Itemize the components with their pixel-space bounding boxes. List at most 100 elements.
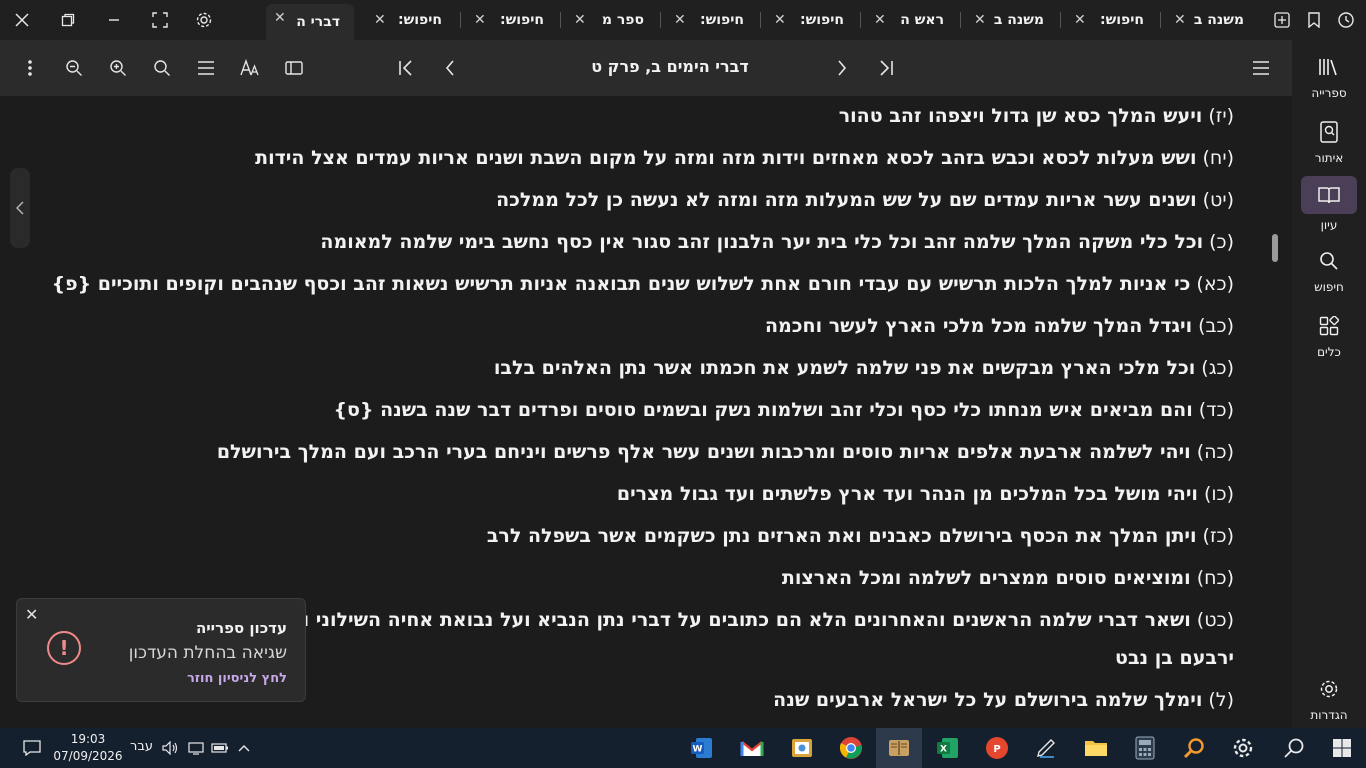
nav-reading[interactable]: עיון — [1300, 174, 1358, 234]
verse-number: (יז) — [1208, 105, 1234, 127]
next-chapter-button[interactable] — [826, 52, 858, 84]
taskbar-app-search-tool[interactable] — [1176, 732, 1212, 764]
close-icon[interactable]: ✕ — [774, 12, 786, 28]
tab-item[interactable]: חיפוש: ✕ — [666, 6, 758, 34]
close-icon[interactable]: ✕ — [274, 10, 286, 26]
font-button[interactable] — [234, 52, 266, 84]
restore-icon — [61, 13, 75, 27]
verse-line: (יח)ושש מעלות לכסא וכבש בזהב לכסא מאחזים… — [255, 147, 1234, 169]
verse-text: ויעש המלך כסא שן גדול ויצפהו זהב טהור — [838, 105, 1203, 127]
tab-separator — [460, 12, 461, 28]
fullscreen-icon — [152, 12, 168, 28]
close-icon[interactable]: ✕ — [374, 12, 386, 28]
chevron-left-icon — [16, 201, 24, 215]
nav-locate[interactable]: איתור — [1300, 111, 1358, 171]
close-icon[interactable]: ✕ — [1074, 12, 1086, 28]
close-icon[interactable]: ✕ — [1174, 12, 1186, 28]
close-icon[interactable]: ✕ — [25, 605, 38, 624]
svg-text:X: X — [940, 745, 947, 755]
nav-search[interactable]: חיפוש — [1300, 240, 1358, 300]
taskbar-search-button[interactable] — [1276, 732, 1312, 764]
tab-separator — [960, 12, 961, 28]
search-in-text-button[interactable] — [146, 52, 178, 84]
close-icon[interactable]: ✕ — [974, 12, 986, 28]
zoom-out-button[interactable] — [58, 52, 90, 84]
gear-icon — [1301, 674, 1357, 704]
magnifier-app-icon — [1183, 738, 1204, 759]
close-icon[interactable]: ✕ — [674, 12, 686, 28]
taskbar-settings[interactable] — [1225, 732, 1261, 764]
taskbar-app-chrome[interactable] — [833, 732, 869, 764]
scrollbar-thumb[interactable] — [1272, 234, 1278, 262]
minimize-window-button[interactable] — [92, 0, 136, 40]
network-icon — [188, 742, 204, 755]
verse-text: ושש מעלות לכסא וכבש בזהב לכסא מאחזים ויד… — [255, 147, 1197, 169]
system-clock[interactable]: 19:03 07/09/2026 — [52, 731, 124, 765]
nav-tools[interactable]: כלים — [1300, 305, 1358, 365]
taskbar-app-photos[interactable] — [784, 732, 820, 764]
taskbar-app-calculator[interactable] — [1127, 732, 1163, 764]
tab-item[interactable]: משנה ב ✕ — [966, 6, 1058, 34]
excel-icon: X — [937, 738, 958, 758]
search-icon — [154, 60, 170, 76]
tab-item[interactable]: חיפוש: ✕ — [1066, 6, 1158, 34]
volume-button[interactable] — [156, 732, 184, 764]
search-icon — [1284, 738, 1304, 758]
retry-link[interactable]: לחץ לניסיון חוזר — [187, 671, 287, 686]
windows-taskbar: 19:03 07/09/2026 עבר W X P — [0, 728, 1366, 768]
tab-separator — [560, 12, 561, 28]
close-icon[interactable]: ✕ — [874, 12, 886, 28]
taskbar-app-pdf[interactable]: P — [979, 732, 1015, 764]
more-options-button[interactable] — [14, 52, 46, 84]
tab-item[interactable]: ספר מ ✕ — [566, 6, 658, 34]
fullscreen-button[interactable] — [138, 0, 182, 40]
tab-item[interactable]: דברי ה ✕ — [266, 4, 354, 40]
close-window-button[interactable] — [0, 0, 44, 40]
clock-time: 19:03 — [70, 732, 106, 746]
close-icon[interactable]: ✕ — [474, 12, 486, 28]
verse-number: (כז) — [1202, 525, 1234, 547]
tab-item[interactable]: חיפוש: ✕ — [466, 6, 558, 34]
verse-number: (כד) — [1198, 399, 1234, 421]
tools-icon — [1301, 311, 1357, 341]
nav-settings[interactable]: הגדרות — [1300, 668, 1358, 728]
notifications-button[interactable] — [14, 732, 50, 764]
tab-item[interactable]: ראש ה ✕ — [866, 6, 958, 34]
taskbar-app-pen[interactable] — [1028, 732, 1064, 764]
reader-toolbar: דברי הימים ב, פרק ט — [0, 40, 1292, 96]
tab-item[interactable]: משנה ב ✕ — [1166, 6, 1258, 34]
taskbar-app-explorer[interactable] — [1078, 732, 1114, 764]
restore-window-button[interactable] — [46, 0, 90, 40]
chevron-right-icon — [838, 60, 847, 76]
battery-icon — [211, 743, 228, 753]
toc-button[interactable] — [190, 52, 222, 84]
zoom-in-button[interactable] — [102, 52, 134, 84]
tab-separator — [660, 12, 661, 28]
tab-label: ספר מ — [601, 12, 644, 28]
menu-button[interactable] — [1245, 52, 1277, 84]
nav-label: איתור — [1314, 151, 1344, 165]
previous-chapter-button[interactable] — [434, 52, 466, 84]
nav-library[interactable]: ספרייה — [1300, 46, 1358, 106]
taskbar-app-library[interactable] — [876, 728, 922, 768]
skip-left-icon — [399, 60, 412, 76]
first-chapter-button[interactable] — [870, 52, 902, 84]
expand-panel-button[interactable] — [10, 168, 30, 248]
tab-item[interactable]: חיפוש: ✕ — [766, 6, 858, 34]
taskbar-app-excel[interactable]: X — [930, 732, 966, 764]
side-navigation: ספרייה איתור עיון חיפוש כלים הגדרות — [1292, 40, 1366, 728]
tab-item[interactable]: חיפוש: ✕ — [366, 6, 456, 34]
close-icon[interactable]: ✕ — [574, 12, 586, 28]
taskbar-app-gmail[interactable] — [734, 732, 770, 764]
sidebar-toggle-button[interactable] — [278, 52, 310, 84]
last-chapter-button[interactable] — [390, 52, 422, 84]
settings-button[interactable] — [182, 0, 226, 40]
language-indicator[interactable]: עבר — [130, 739, 153, 754]
start-button[interactable] — [1324, 732, 1360, 764]
taskbar-app-word[interactable]: W — [684, 732, 720, 764]
tray-overflow-button[interactable] — [230, 732, 258, 764]
chevron-up-icon — [238, 745, 250, 752]
tab-label: חיפוש: — [700, 12, 744, 28]
history-button[interactable] — [1326, 0, 1366, 40]
gmail-icon — [740, 741, 764, 756]
